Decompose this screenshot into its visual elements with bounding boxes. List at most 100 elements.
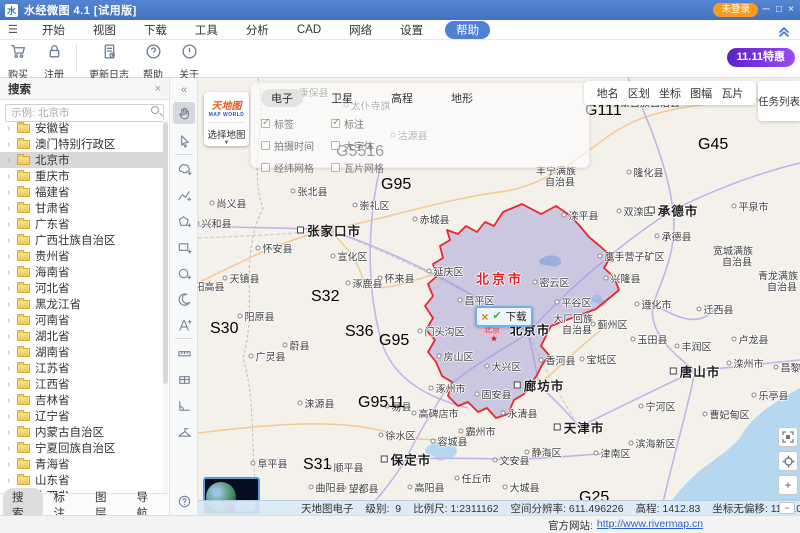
expand-chevron-icon[interactable] [7,443,17,454]
expand-chevron-icon[interactable] [7,363,17,374]
tree-item[interactable]: 福建省 [0,184,163,200]
expand-chevron-icon[interactable] [7,235,17,246]
select-map-label[interactable]: 选择地图 [204,127,249,141]
base-layer-tab[interactable]: 卫星 [321,89,363,107]
measure-area-icon[interactable] [173,368,195,390]
expand-chevron-icon[interactable] [7,139,17,150]
tree-item[interactable]: 湖北省 [0,328,163,344]
checkbox-icon[interactable] [331,163,340,172]
scrollbar-thumb[interactable] [163,122,168,384]
status-collapse-button[interactable]: − [779,502,795,514]
menu-item[interactable]: 下载 [138,21,173,39]
menu-item[interactable]: 视图 [87,21,122,39]
tree-item[interactable]: 贵州省 [0,248,163,264]
fit-extent-button[interactable] [778,427,798,447]
expand-chevron-icon[interactable] [7,379,17,390]
checkbox-icon[interactable] [331,119,340,128]
tree-item[interactable]: 黑龙江省 [0,296,163,312]
buy-button[interactable]: 购买 [0,43,36,81]
search-icon[interactable] [151,106,159,114]
tree-item[interactable]: 广西壮族自治区 [0,232,163,248]
changelog-button[interactable]: 更新日志 [83,43,135,81]
draw-rectangle-icon[interactable] [173,236,195,258]
layer-option[interactable]: 瓦片网格 [331,160,411,175]
task-list-button[interactable]: 任务列表 [758,81,800,121]
draw-arc-icon[interactable] [173,288,195,310]
login-badge[interactable]: 未登录 [713,3,758,17]
panel-close-icon[interactable]: × [155,83,161,95]
layer-option[interactable]: 拍摄时间 [261,138,327,153]
checkbox-icon[interactable] [261,141,270,150]
checkbox-icon[interactable] [261,163,270,172]
tree-scrollbar[interactable] [163,120,168,493]
tree-item[interactable]: 广东省 [0,216,163,232]
layer-option[interactable]: 标签 [261,116,327,131]
hamburger-icon[interactable] [8,23,18,36]
tree-item[interactable]: 山东省 [0,472,163,488]
menu-item[interactable]: 设置 [394,21,429,39]
official-site-link[interactable]: http://www.rivermap.cn [597,518,703,533]
tree-item[interactable]: 青海省 [0,456,163,472]
overlay-tab[interactable]: 瓦片 [721,85,743,101]
menu-item[interactable]: 工具 [189,21,224,39]
tree-item[interactable]: 安徽省 [0,120,163,136]
register-button[interactable]: 注册 [36,43,72,81]
tree-item[interactable]: 河北省 [0,280,163,296]
layer-option[interactable]: 大字体 [331,138,411,153]
tree-item[interactable]: 海南省 [0,264,163,280]
tree-item[interactable]: 河南省 [0,312,163,328]
map-provider-card[interactable]: 天地图 MAP WORLD 选择地图 ▼ [204,92,249,146]
overlay-tab[interactable]: 图幅 [690,85,712,101]
expand-chevron-icon[interactable] [7,219,17,230]
rail-help-icon[interactable] [173,490,195,512]
base-layer-tab[interactable]: 高程 [381,89,423,107]
expand-chevron-icon[interactable] [7,283,17,294]
cancel-icon[interactable]: × [481,311,488,323]
expand-chevron-icon[interactable] [7,427,17,438]
layer-option[interactable]: 经纬网格 [261,160,327,175]
tree-item[interactable]: 吉林省 [0,392,163,408]
expand-chevron-icon[interactable] [7,171,17,182]
expand-chevron-icon[interactable] [7,123,17,134]
expand-chevron-icon[interactable] [7,315,17,326]
menu-item[interactable]: CAD [291,23,327,37]
measure-distance-icon[interactable] [173,342,195,364]
expand-chevron-icon[interactable] [7,267,17,278]
locate-button[interactable] [778,451,798,471]
expand-chevron-icon[interactable] [7,395,17,406]
expand-chevron-icon[interactable] [7,459,17,470]
base-layer-tab[interactable]: 电子 [261,89,303,107]
confirm-check-icon[interactable]: ✔ [492,311,501,322]
tree-item[interactable]: 甘肃省 [0,200,163,216]
tree-item[interactable]: 北京市 [0,152,163,168]
layer-option[interactable]: 标注 [331,116,411,131]
expand-chevron-icon[interactable] [7,251,17,262]
expand-chevron-icon[interactable] [7,331,17,342]
add-text-icon[interactable] [173,314,195,336]
tree-item[interactable]: 宁夏回族自治区 [0,440,163,456]
menu-item[interactable]: 帮助 [445,21,490,39]
tree-item[interactable]: 江苏省 [0,360,163,376]
menu-item[interactable]: 开始 [36,21,71,39]
help-button[interactable]: 帮助 [135,43,171,81]
draw-polygon-icon[interactable] [173,210,195,232]
overlay-tab[interactable]: 区划 [628,85,650,101]
expand-chevron-icon[interactable] [7,411,17,422]
tree-item[interactable]: 湖南省 [0,344,163,360]
select-tool-icon[interactable] [173,130,195,152]
base-layer-tab[interactable]: 地形 [441,89,483,107]
checkbox-icon[interactable] [331,141,340,150]
tree-item[interactable]: 内蒙古自治区 [0,424,163,440]
close-button[interactable]: × [785,0,797,20]
tree-item[interactable]: 澳门特别行政区 [0,136,163,152]
expand-chevron-icon[interactable] [7,299,17,310]
expand-chevron-icon[interactable] [7,155,17,166]
overlay-tab[interactable]: 坐标 [659,85,681,101]
measure-elevation-icon[interactable] [173,420,195,442]
map-canvas[interactable]: 康保县太仆寺旗蒙古族自治县沽源县丰宁满族自治县尚义县张北县崇礼区赤城县兴和县隆化… [198,78,800,515]
zoom-in-button[interactable]: + [778,475,798,495]
pan-tool-icon[interactable] [173,102,195,124]
draw-polyline-icon[interactable] [173,184,195,206]
expand-chevron-icon[interactable] [7,347,17,358]
expand-chevron-icon[interactable] [7,203,17,214]
